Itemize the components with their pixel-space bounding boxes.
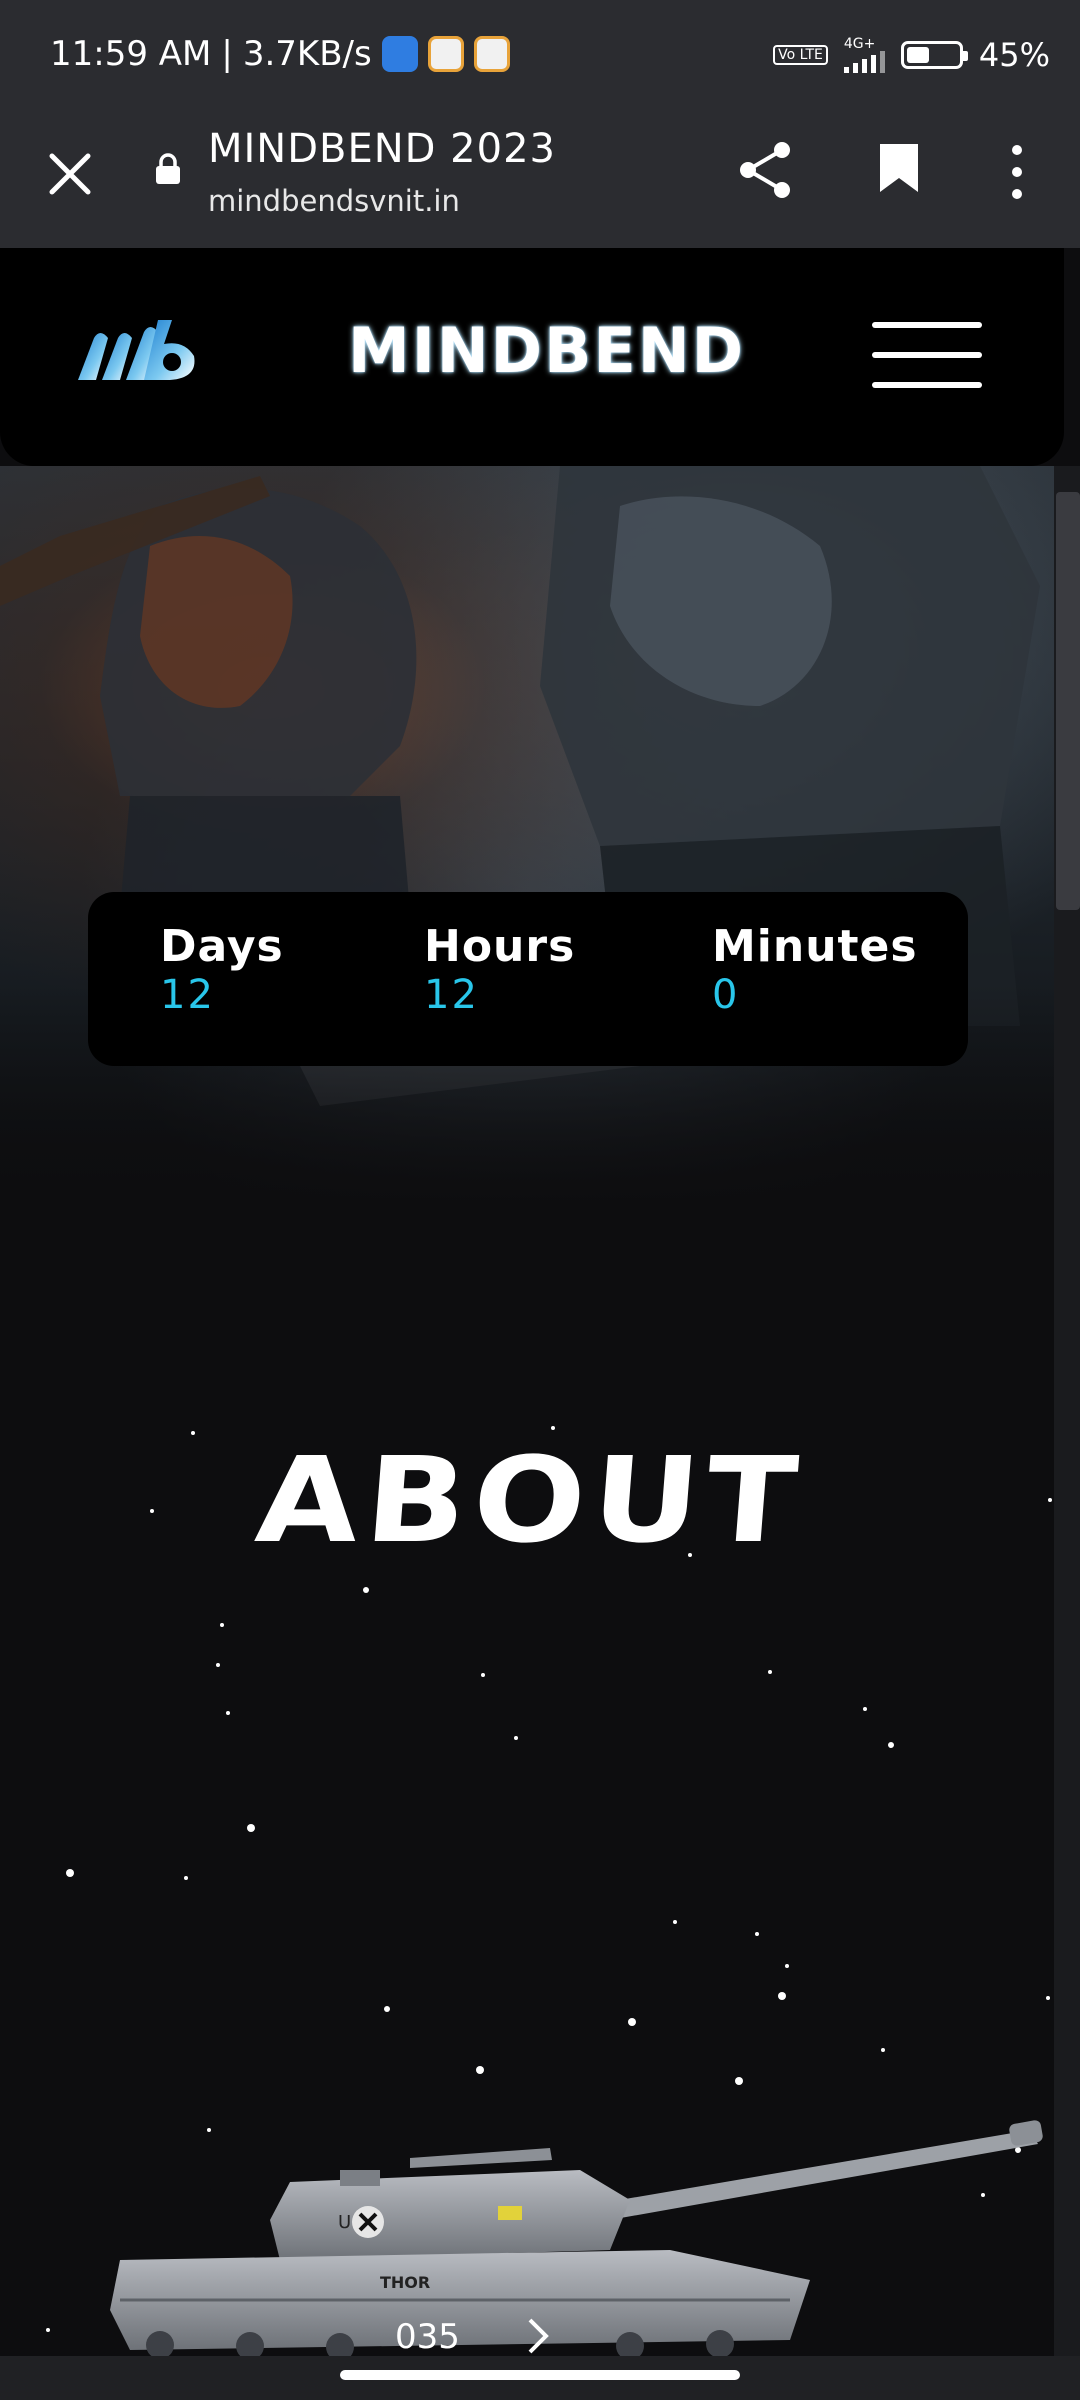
status-separator: |	[221, 34, 233, 74]
battery-cap	[962, 51, 968, 61]
brand-title[interactable]: MINDBEND	[348, 316, 743, 386]
battery-fill	[906, 47, 930, 63]
status-bar: 11:59 AM | 3.7KB/s Vo LTE 4G+ 45%	[0, 0, 1080, 116]
minutes-value: 0	[712, 972, 740, 1018]
bookmark-icon[interactable]	[878, 142, 920, 194]
days-value: 12	[160, 972, 215, 1018]
share-icon[interactable]	[736, 138, 796, 202]
tank-turret-text: U	[338, 2212, 351, 2233]
status-left: 11:59 AM | 3.7KB/s	[50, 34, 510, 74]
more-options-icon[interactable]	[1000, 140, 1034, 204]
hero-banner	[0, 466, 1054, 1206]
battery-percent: 45%	[978, 36, 1050, 74]
countdown-timer: Days 12 Hours 12 Minutes 0	[88, 892, 968, 1066]
hours-value: 12	[424, 972, 479, 1018]
battery-icon	[900, 41, 968, 69]
tank-hull-text: THOR	[380, 2273, 430, 2292]
countdown-minutes: Minutes 0	[712, 921, 918, 1019]
close-icon[interactable]	[40, 144, 100, 204]
countdown-days: Days 12	[160, 921, 284, 1019]
network-indicator: 4G+	[843, 36, 885, 73]
status-time: 11:59 AM	[50, 34, 212, 74]
hero-soldier-image	[0, 466, 1054, 1206]
signal-icon	[843, 51, 885, 73]
scrollbar-thumb[interactable]	[1056, 492, 1080, 910]
tank-number: 035	[395, 2317, 460, 2357]
tank-image: U THOR 035	[110, 2120, 1043, 2360]
phone-notification-icon	[381, 36, 418, 72]
site-logo[interactable]	[74, 316, 200, 384]
page-url[interactable]: mindbendsvnit.in	[208, 184, 460, 218]
lock-icon[interactable]	[154, 152, 182, 186]
status-right: Vo LTE 4G+ 45%	[773, 36, 1050, 74]
countdown-hours: Hours 12	[424, 921, 576, 1019]
days-label: Days	[160, 921, 284, 972]
app-notification-icon	[473, 36, 510, 72]
page-title[interactable]: MINDBEND 2023	[208, 126, 556, 172]
about-heading: ABOUT	[251, 1431, 809, 1569]
network-type: 4G+	[843, 36, 876, 52]
minutes-label: Minutes	[712, 921, 918, 972]
volte-icon: Vo LTE	[773, 45, 828, 65]
site-header: MINDBEND	[0, 248, 1064, 466]
home-gesture-handle[interactable]	[340, 2370, 740, 2380]
status-speed: 3.7KB/s	[242, 34, 372, 74]
app-notification-icon	[427, 36, 464, 72]
browser-bar: MINDBEND 2023 mindbendsvnit.in	[0, 116, 1080, 248]
hamburger-icon[interactable]	[872, 320, 982, 390]
hours-label: Hours	[424, 921, 576, 972]
navigation-bar	[0, 2356, 1080, 2400]
